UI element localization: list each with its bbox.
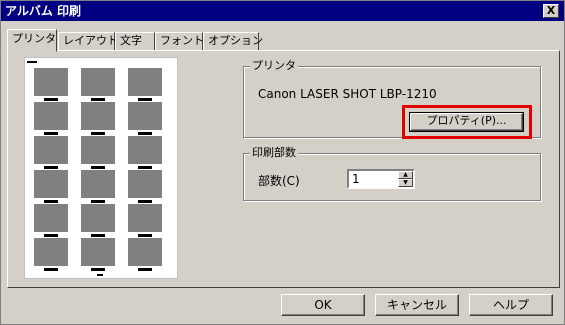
spin-up-icon[interactable]: ▲	[398, 171, 413, 179]
preview-thumbnail-caption	[91, 166, 105, 169]
preview-thumbnail	[128, 102, 162, 130]
preview-thumbnail	[34, 136, 68, 164]
copies-group: 印刷部数 部数(C) 1 ▲ ▼	[243, 146, 541, 201]
cancel-button[interactable]: キャンセル	[375, 294, 459, 316]
printer-group-label: プリンタ	[250, 59, 298, 73]
preview-thumbnail	[34, 170, 68, 198]
preview-thumbnail	[128, 238, 162, 266]
ok-button[interactable]: OK	[281, 294, 365, 316]
tab-font[interactable]: フォント	[155, 32, 204, 51]
copies-label: 部数(C)	[258, 174, 300, 188]
preview-thumbnail	[34, 102, 68, 130]
preview-thumbnail-caption	[91, 98, 105, 101]
print-preview	[24, 57, 178, 279]
printer-group: プリンタ Canon LASER SHOT LBP-1210 プロパティ(P).…	[243, 59, 541, 139]
preview-thumbnail-caption	[91, 200, 105, 203]
preview-thumbnail-caption	[44, 200, 58, 203]
preview-thumbnail	[81, 204, 115, 232]
preview-thumbnail-caption	[91, 268, 105, 271]
window-title: アルバム 印刷	[5, 4, 82, 18]
preview-thumbnail-caption	[138, 166, 152, 169]
preview-thumbnail-caption	[91, 234, 105, 237]
spin-down-icon[interactable]: ▼	[398, 179, 413, 187]
tab-printer[interactable]: プリンタ	[7, 29, 57, 52]
preview-thumbnail	[81, 68, 115, 96]
close-icon[interactable]: X	[543, 4, 559, 18]
preview-thumbnail-caption	[91, 132, 105, 135]
preview-thumbnail-caption	[44, 166, 58, 169]
preview-thumbnail-caption	[138, 234, 152, 237]
preview-thumbnail	[34, 238, 68, 266]
tab-options[interactable]: オプション	[203, 32, 263, 51]
preview-thumbnail	[34, 68, 68, 96]
preview-thumbnail-caption	[44, 132, 58, 135]
preview-thumbnail-caption	[138, 268, 152, 271]
help-button[interactable]: ヘルプ	[469, 294, 553, 316]
preview-thumbnail	[128, 170, 162, 198]
preview-thumbnail	[34, 204, 68, 232]
preview-thumbnail-caption	[44, 98, 58, 101]
preview-thumbnail	[81, 170, 115, 198]
copies-group-label: 印刷部数	[250, 146, 298, 160]
preview-thumbnail-caption	[138, 132, 152, 135]
copies-value[interactable]: 1	[352, 172, 360, 186]
copies-stepper[interactable]: 1 ▲ ▼	[347, 169, 415, 189]
preview-thumbnail-caption	[44, 268, 58, 271]
preview-thumbnail-caption	[138, 98, 152, 101]
title-bar: アルバム 印刷 X	[1, 1, 564, 21]
preview-thumbnail	[81, 102, 115, 130]
properties-highlight: プロパティ(P)...	[402, 105, 532, 139]
preview-thumbnail-caption	[138, 200, 152, 203]
preview-thumbnail	[81, 136, 115, 164]
properties-button[interactable]: プロパティ(P)...	[409, 112, 524, 132]
preview-thumbnail-caption	[44, 234, 58, 237]
preview-thumbnail	[128, 204, 162, 232]
preview-thumbnail	[128, 136, 162, 164]
tab-layout[interactable]: レイアウト	[58, 32, 118, 51]
printer-name: Canon LASER SHOT LBP-1210	[258, 87, 437, 101]
print-dialog: アルバム 印刷 X プリンタ レイアウト 文字 フォント オプション プリンタ …	[0, 0, 565, 325]
preview-thumbnail	[81, 238, 115, 266]
tab-text[interactable]: 文字	[115, 32, 155, 51]
preview-thumbnail	[128, 68, 162, 96]
preview-page-number-mark	[97, 274, 103, 276]
preview-header-mark	[27, 61, 37, 63]
